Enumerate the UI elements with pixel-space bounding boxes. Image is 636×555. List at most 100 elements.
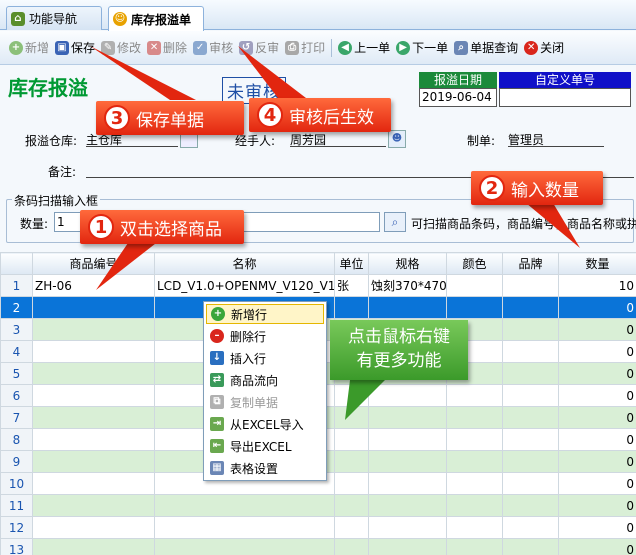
cell-name[interactable]: LCD_V1.0+OPENMV_V120_V1.0 [154, 274, 335, 297]
cell-brand[interactable] [502, 516, 559, 539]
cell-qty[interactable]: 0 [558, 472, 636, 495]
cell-qty[interactable]: 0 [558, 318, 636, 341]
cell-brand[interactable] [502, 340, 559, 363]
cell-qty[interactable]: 0 [558, 538, 636, 555]
tab-function-navigation[interactable]: ⌂ 功能导航 [6, 6, 102, 30]
cell-spec[interactable] [368, 494, 447, 517]
context-menu-item[interactable]: + 新增行 [206, 304, 324, 324]
cell-code[interactable] [32, 340, 155, 363]
next-button[interactable]: ▶ 下一单 [393, 37, 451, 59]
col-header-color[interactable]: 颜色 [446, 252, 503, 275]
custom-no-field[interactable] [499, 88, 631, 107]
cell-color[interactable] [446, 274, 503, 297]
cell-code[interactable] [32, 406, 155, 429]
cell-name[interactable] [154, 516, 335, 539]
approve-button[interactable]: ✓ 审核 [190, 37, 236, 59]
context-menu-item[interactable]: ⇄ 商品流向 [206, 370, 324, 390]
cell-brand[interactable] [502, 362, 559, 385]
scan-search-icon[interactable]: ⌕ [384, 212, 406, 232]
cell-color[interactable] [446, 384, 503, 407]
context-menu-item[interactable]: ⇤ 导出EXCEL [206, 436, 324, 456]
cell-brand[interactable] [502, 384, 559, 407]
cell-qty[interactable]: 10 [558, 274, 636, 297]
table-row[interactable]: 1 ZH-06 LCD_V1.0+OPENMV_V120_V1.0 张蚀刻370*47… [0, 274, 636, 297]
cell-unit[interactable] [334, 450, 369, 473]
cell-color[interactable] [446, 406, 503, 429]
cell-color[interactable] [446, 472, 503, 495]
scan-barcode-input[interactable] [236, 212, 380, 232]
cell-unit[interactable]: 张 [334, 274, 369, 297]
col-header-code[interactable]: 商品编号 [32, 252, 155, 275]
cell-qty[interactable]: 0 [558, 362, 636, 385]
tab-inventory-overflow[interactable]: ☺ 库存报溢单 [108, 6, 204, 31]
cell-spec[interactable] [368, 296, 447, 319]
cell-color[interactable] [446, 428, 503, 451]
cell-spec[interactable] [368, 516, 447, 539]
context-menu-item[interactable]: ⇥ 从EXCEL导入 [206, 414, 324, 434]
prev-button[interactable]: ◀ 上一单 [335, 37, 393, 59]
context-menu-item[interactable]: – 删除行 [206, 326, 324, 346]
cell-name[interactable] [154, 538, 335, 555]
cell-unit[interactable] [334, 384, 369, 407]
col-header-name[interactable]: 名称 [154, 252, 335, 275]
cell-code[interactable] [32, 472, 155, 495]
date-field[interactable]: 2019-06-04 [419, 88, 497, 107]
cell-code[interactable] [32, 450, 155, 473]
edit-button[interactable]: ✎ 修改 [98, 37, 144, 59]
save-button[interactable]: ▣ 保存 [52, 37, 98, 59]
cell-brand[interactable] [502, 472, 559, 495]
cell-spec[interactable]: 蚀刻370*470 [368, 274, 447, 297]
cell-spec[interactable] [368, 538, 447, 555]
cell-name[interactable] [154, 494, 335, 517]
cell-spec[interactable] [368, 406, 447, 429]
table-row[interactable]: 11 0 [0, 494, 636, 517]
cell-brand[interactable] [502, 428, 559, 451]
cell-spec[interactable] [368, 450, 447, 473]
cell-unit[interactable] [334, 296, 369, 319]
cell-color[interactable] [446, 538, 503, 555]
cell-code[interactable] [32, 516, 155, 539]
cell-spec[interactable] [368, 472, 447, 495]
cell-brand[interactable] [502, 538, 559, 555]
cell-brand[interactable] [502, 318, 559, 341]
cell-qty[interactable]: 0 [558, 384, 636, 407]
context-menu-item[interactable]: ↓ 插入行 [206, 348, 324, 368]
table-row[interactable]: 13 0 [0, 538, 636, 555]
close-button[interactable]: ✕ 关闭 [521, 37, 567, 59]
handler-field[interactable]: 周芳园 [290, 131, 386, 147]
cell-color[interactable] [446, 494, 503, 517]
cell-brand[interactable] [502, 450, 559, 473]
cell-brand[interactable] [502, 274, 559, 297]
cell-qty[interactable]: 0 [558, 296, 636, 319]
cell-qty[interactable]: 0 [558, 494, 636, 517]
cell-code[interactable] [32, 494, 155, 517]
table-row[interactable]: 12 0 [0, 516, 636, 539]
cell-unit[interactable] [334, 538, 369, 555]
cell-code[interactable] [32, 428, 155, 451]
cell-color[interactable] [446, 516, 503, 539]
unapprove-button[interactable]: ↺ 反审 [236, 37, 282, 59]
cell-unit[interactable] [334, 472, 369, 495]
cell-qty[interactable]: 0 [558, 428, 636, 451]
cell-code[interactable] [32, 362, 155, 385]
cell-color[interactable] [446, 450, 503, 473]
user-picker-icon[interactable]: ☻ [388, 130, 406, 148]
cell-code[interactable] [32, 318, 155, 341]
query-button[interactable]: ⌕ 单据查询 [451, 37, 521, 59]
cell-unit[interactable] [334, 406, 369, 429]
cell-unit[interactable] [334, 516, 369, 539]
col-header-unit[interactable]: 单位 [334, 252, 369, 275]
new-button[interactable]: + 新增 [6, 37, 52, 59]
cell-spec[interactable] [368, 428, 447, 451]
cell-spec[interactable] [368, 384, 447, 407]
cell-code[interactable] [32, 384, 155, 407]
delete-button[interactable]: ✕ 删除 [144, 37, 190, 59]
cell-qty[interactable]: 0 [558, 340, 636, 363]
cell-qty[interactable]: 0 [558, 516, 636, 539]
print-button[interactable]: ⎙ 打印 [282, 37, 328, 59]
col-header-spec[interactable]: 规格 [368, 252, 447, 275]
context-menu-item[interactable]: ▦ 表格设置 [206, 458, 324, 478]
col-header-brand[interactable]: 品牌 [502, 252, 559, 275]
cell-brand[interactable] [502, 406, 559, 429]
cell-unit[interactable] [334, 494, 369, 517]
